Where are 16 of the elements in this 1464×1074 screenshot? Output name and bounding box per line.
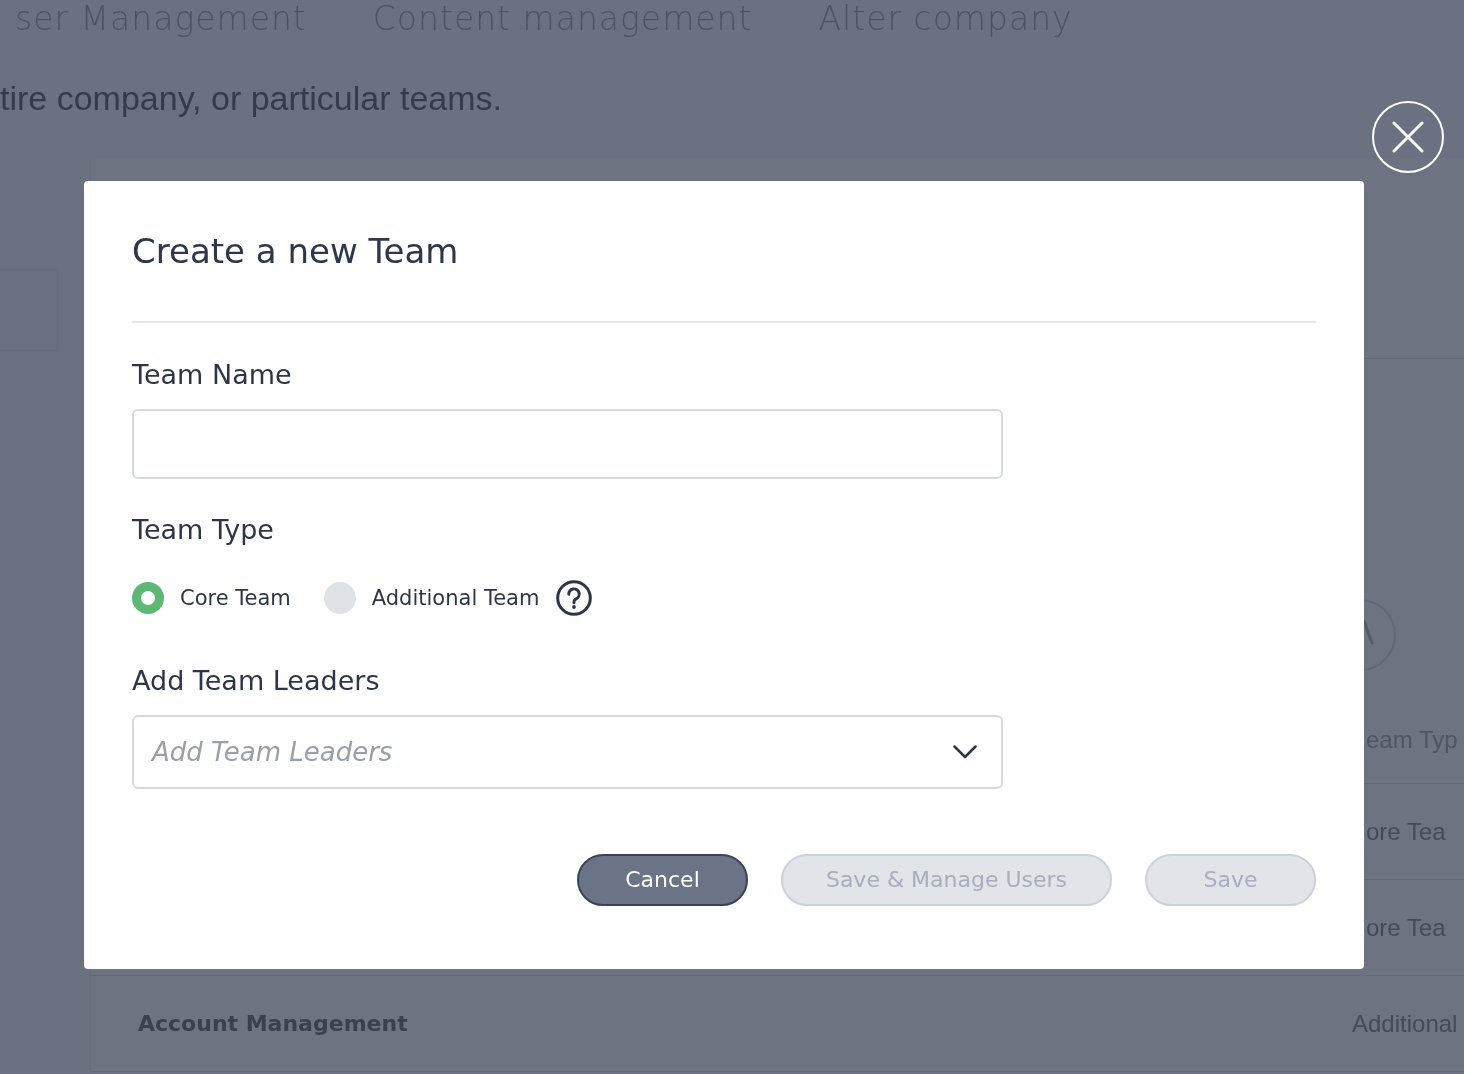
radio-button[interactable] (132, 582, 164, 614)
search-icon[interactable] (1364, 599, 1396, 671)
field-label: Team Name (132, 359, 293, 391)
dropdown-field[interactable]: Add Team Leaders (132, 715, 1003, 789)
field-label: Team Type (132, 514, 275, 546)
radio-label[interactable]: Core Team (180, 584, 291, 612)
radio-label[interactable]: Additional Team (371, 584, 540, 612)
chevron-down-icon (953, 745, 977, 759)
field-label: Add Team Leaders (132, 665, 381, 697)
close-icon (1392, 121, 1424, 153)
dialog-button[interactable]: Cancel (577, 854, 748, 906)
modal-title: Create a new Team (132, 231, 460, 272)
radio-button[interactable] (323, 582, 356, 614)
close-button[interactable] (1372, 101, 1444, 173)
help-icon[interactable] (556, 580, 593, 616)
text-input-field[interactable] (132, 409, 1003, 479)
